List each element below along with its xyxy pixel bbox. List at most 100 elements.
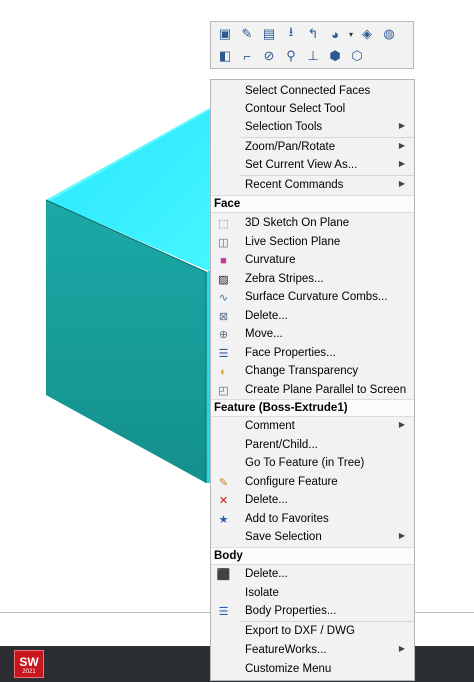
hide-show-icon[interactable]: ◈ — [357, 24, 377, 44]
menu-item-body-properties[interactable]: ☰ Body Properties... — [211, 603, 414, 621]
plane-parallel-icon: ◰ — [218, 384, 229, 397]
menu-item-label: Export to DXF / DWG — [245, 625, 355, 637]
menu-item-label: Add to Favorites — [245, 512, 329, 525]
zoom-to-selection-icon[interactable]: ⚲ — [281, 46, 301, 66]
menu-item-3d-sketch-on-plane[interactable]: ⬚ 3D Sketch On Plane — [211, 215, 414, 233]
menu-item-configure-feature[interactable]: ✎ Configure Feature — [211, 474, 414, 492]
app-label: SW — [19, 655, 39, 669]
menu-item-go-to-feature-in-tree[interactable]: Go To Feature (in Tree) — [211, 455, 414, 473]
delete-face-icon: ⊠ — [218, 310, 229, 323]
submenu-arrow-icon: ▶ — [398, 644, 405, 653]
face-properties-icon: ☰ — [218, 347, 229, 360]
section-header-face: Face — [211, 195, 414, 213]
menu-item-create-plane-parallel-to-screen[interactable]: ◰ Create Plane Parallel to Screen — [211, 382, 414, 400]
section-header-body: Body — [211, 547, 414, 565]
menu-item-zoom-pan-rotate[interactable]: Zoom/Pan/Rotate ▶ — [211, 139, 414, 157]
menu-item-recent-commands[interactable]: Recent Commands ▶ — [211, 177, 414, 195]
sketch-3d-icon: ⬚ — [218, 218, 229, 230]
edit-feature-icon[interactable]: ▤ — [259, 24, 279, 44]
menu-item-delete[interactable]: ⬛ Delete... — [211, 566, 414, 584]
hide-icon[interactable]: ⊘ — [259, 46, 279, 66]
menu-item-label: Set Current View As... — [245, 159, 358, 171]
menu-item-label: Delete... — [245, 494, 288, 506]
toolbar-row-2: ◧ ⌐ ⊘ ⚲ ⊥ ⬢ ⬡ — [215, 46, 369, 66]
menu-item-select-connected-faces[interactable]: Select Connected Faces — [211, 83, 414, 101]
menu-item-label: Surface Curvature Combs... — [245, 291, 388, 303]
menu-item-parent-child[interactable]: Parent/Child... — [211, 437, 414, 455]
dropdown-arrow-icon[interactable]: ▾ — [347, 24, 355, 44]
menu-item-label: Contour Select Tool — [245, 103, 346, 115]
menu-separator — [239, 621, 414, 622]
submenu-arrow-icon: ▶ — [398, 121, 405, 130]
menu-item-contour-select-tool[interactable]: Contour Select Tool — [211, 101, 414, 119]
menu-item-curvature[interactable]: ■ Curvature — [211, 252, 414, 270]
menu-item-label: Face Properties... — [245, 346, 336, 359]
menu-item-label: Live Section Plane — [245, 235, 341, 248]
menu-item-label: Body Properties... — [245, 605, 337, 617]
menu-item-featureworks[interactable]: FeatureWorks... ▶ — [211, 642, 414, 660]
move-face-icon: ⊕ — [218, 329, 229, 341]
box-icon[interactable]: ⬡ — [347, 46, 367, 66]
menu-item-label: Configure Feature — [245, 475, 338, 488]
section-view-icon[interactable]: ◧ — [215, 46, 235, 66]
section-header-label: Feature (Boss-Extrude1) — [214, 402, 348, 414]
menu-item-live-section-plane[interactable]: ◫ Live Section Plane — [211, 234, 414, 252]
curvature-icon: ■ — [220, 254, 227, 267]
transparency-icon: ◐ — [220, 365, 227, 378]
section-header-label: Face — [214, 198, 241, 210]
menu-separator — [239, 137, 414, 138]
menu-item-add-to-favorites[interactable]: ★ Add to Favorites — [211, 511, 414, 529]
menu-item-delete[interactable]: ⊠ Delete... — [211, 308, 414, 326]
menu-item-label: Zebra Stripes... — [245, 272, 324, 285]
menu-item-label: Change Transparency — [245, 365, 359, 377]
normal-to-icon[interactable]: ⭳ — [281, 24, 301, 44]
menu-item-delete[interactable]: ✕ Delete... — [211, 492, 414, 510]
isolate-icon[interactable]: ⬢ — [325, 46, 345, 66]
menu-item-label: Save Selection — [245, 531, 322, 543]
delete-x-icon: ✕ — [218, 495, 229, 507]
edit-sketch-icon[interactable]: ✎ — [237, 24, 257, 44]
menu-item-label: Delete... — [245, 568, 288, 580]
body-properties-icon: ☰ — [218, 606, 229, 618]
sketch-corner-icon[interactable]: ⌐ — [237, 46, 257, 66]
menu-item-label: Create Plane Parallel to Screen — [245, 383, 407, 396]
menu-item-label: Comment — [245, 420, 295, 432]
menu-item-label: Go To Feature (in Tree) — [245, 457, 365, 469]
menu-item-face-properties[interactable]: ☰ Face Properties... — [211, 345, 414, 363]
context-toolbar: ▣ ✎ ▤ ⭳ ↰ ◕ ▾ ◈ ◍ ◧ ⌐ ⊘ ⚲ ⊥ ⬢ ⬡ — [210, 21, 414, 69]
menu-item-label: Select Connected Faces — [245, 85, 371, 97]
color-icon[interactable]: ◍ — [379, 24, 399, 44]
view-orientation-icon[interactable]: ▣ — [215, 24, 235, 44]
menu-item-label: Delete... — [245, 309, 288, 322]
solidworks-app-icon[interactable]: SW 2021 — [14, 650, 44, 678]
menu-item-zebra-stripes[interactable]: ▨ Zebra Stripes... — [211, 271, 414, 289]
menu-item-move[interactable]: ⊕ Move... — [211, 326, 414, 344]
back-arrow-icon[interactable]: ↰ — [303, 24, 323, 44]
menu-item-comment[interactable]: Comment ▶ — [211, 418, 414, 436]
menu-item-isolate[interactable]: Isolate — [211, 585, 414, 603]
menu-item-label: Selection Tools — [245, 121, 323, 133]
menu-item-label: Move... — [245, 328, 283, 340]
menu-item-set-current-view-as[interactable]: Set Current View As... ▶ — [211, 157, 414, 175]
menu-separator — [239, 175, 414, 176]
menu-item-export-to-dxf-dwg[interactable]: Export to DXF / DWG — [211, 623, 414, 641]
submenu-arrow-icon: ▶ — [398, 531, 405, 540]
menu-item-label: Recent Commands — [245, 179, 344, 191]
submenu-arrow-icon: ▶ — [398, 141, 405, 150]
menu-item-surface-curvature-combs[interactable]: ∿ Surface Curvature Combs... — [211, 289, 414, 307]
menu-item-selection-tools[interactable]: Selection Tools ▶ — [211, 119, 414, 137]
menu-item-customize-menu[interactable]: Customize Menu — [211, 661, 414, 679]
submenu-arrow-icon: ▶ — [398, 159, 405, 168]
menu-item-label: Curvature — [245, 254, 296, 266]
datum-axis-icon[interactable]: ⊥ — [303, 46, 323, 66]
appearance-icon[interactable]: ◕ — [325, 24, 345, 44]
menu-item-label: 3D Sketch On Plane — [245, 217, 350, 229]
menu-item-label: Isolate — [245, 586, 279, 599]
delete-body-icon: ⬛ — [216, 569, 231, 581]
app-year: 2021 — [22, 669, 36, 675]
menu-item-label: Zoom/Pan/Rotate — [245, 141, 336, 153]
favorites-star-icon: ★ — [218, 513, 229, 526]
menu-item-save-selection[interactable]: Save Selection ▶ — [211, 529, 414, 547]
menu-item-label: Customize Menu — [245, 663, 332, 675]
menu-item-change-transparency[interactable]: ◐ Change Transparency — [211, 363, 414, 381]
